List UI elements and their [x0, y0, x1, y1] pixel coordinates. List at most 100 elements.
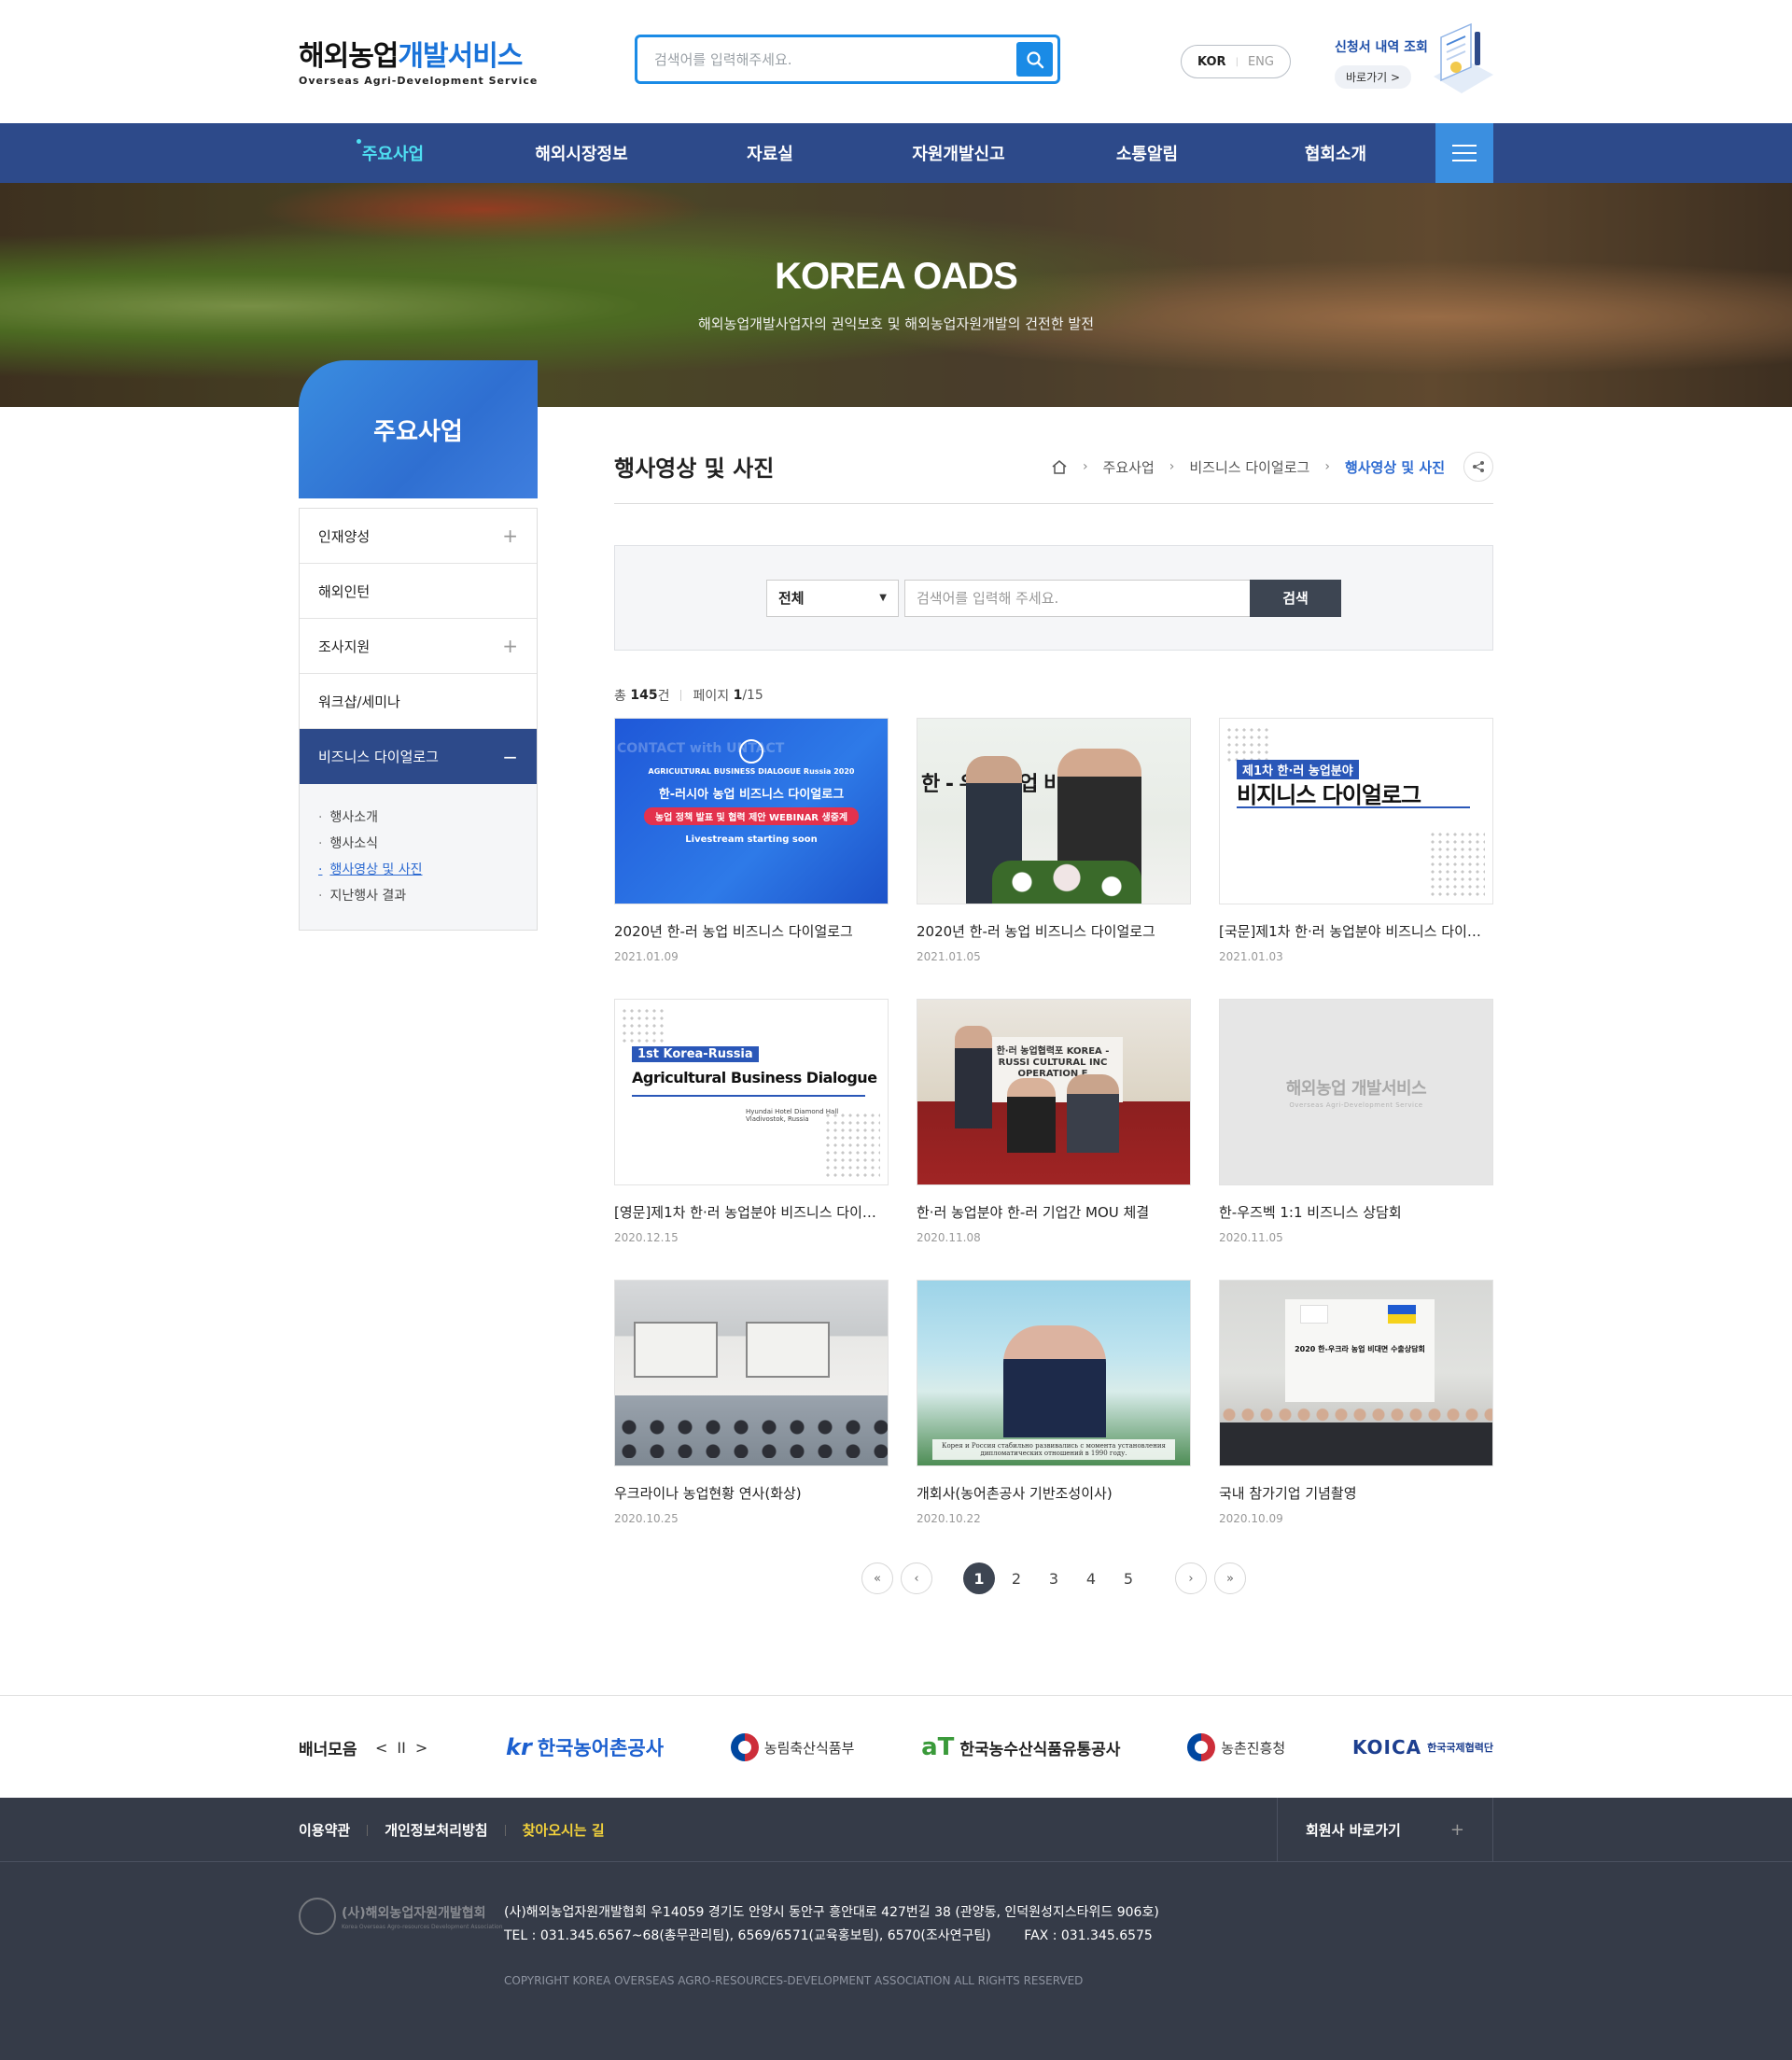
page-number[interactable]: 3 [1038, 1563, 1070, 1594]
thumbnail-text: 농업 정책 발표 및 협력 제안 WEBINAR 생중계 [643, 807, 860, 825]
board-search-button[interactable]: 검색 [1250, 579, 1341, 617]
gallery-card[interactable]: CONTACT with UNTACT AGRICULTURAL BUSINES… [614, 718, 889, 999]
side-nav-item-business-dialogue[interactable]: 비즈니스 다이얼로그 − [300, 729, 537, 784]
gallery-card[interactable]: 해외농업 개발서비스 Overseas Agri-Development Ser… [1219, 999, 1493, 1280]
footer-link-directions[interactable]: 찾아오시는 길 [523, 1820, 605, 1840]
plus-icon: + [502, 525, 518, 547]
gnb-item-about[interactable]: 협회소개 [1241, 141, 1430, 165]
banner-next-button[interactable]: > [415, 1739, 427, 1757]
application-lookup-link[interactable]: 바로가기 > [1335, 65, 1412, 89]
search-icon [1026, 50, 1043, 68]
banner-link-at[interactable]: aT 한국농수산식품유통공사 [921, 1733, 1120, 1761]
card-title[interactable]: 2020년 한-러 농업 비즈니스 다이얼로그 [917, 921, 1191, 941]
lang-eng[interactable]: ENG [1248, 55, 1274, 69]
gnb-item-market-info[interactable]: 해외시장정보 [487, 141, 676, 165]
breadcrumb-item[interactable]: 비즈니스 다이얼로그 [1189, 457, 1309, 477]
card-date: 2021.01.03 [1219, 950, 1283, 963]
side-nav-item-workshop[interactable]: 워크샵/세미나 [300, 674, 537, 729]
banner-prev-button[interactable]: < [375, 1739, 387, 1757]
banner-link-krc[interactable]: kr 한국농어촌공사 [506, 1733, 664, 1761]
home-icon[interactable] [1051, 459, 1068, 474]
banner-link-koica[interactable]: KOICA 한국국제협력단 [1352, 1736, 1493, 1759]
site-logo[interactable]: 해외농업개발서비스 Overseas Agri-Development Serv… [299, 40, 539, 88]
footer-link-terms[interactable]: 이용약관 [299, 1820, 350, 1840]
logo-text-a: 해외농업 [299, 40, 399, 73]
card-title[interactable]: [영문]제1차 한·러 농업분야 비즈니스 다이얼로그 [614, 1202, 889, 1222]
next-page-button[interactable]: › [1175, 1563, 1207, 1594]
korea-flag-icon [1300, 1305, 1328, 1324]
banner-link-rda[interactable]: 농촌진흥청 [1187, 1733, 1285, 1761]
thumbnail-text: 1st Korea-Russia [632, 1046, 759, 1062]
side-subnav-item[interactable]: 지난행사 결과 [318, 883, 518, 909]
banner-controls: < II > [375, 1739, 469, 1757]
footer-info: (사)해외농업자원개발협회 우14059 경기도 안양시 동안구 흥안대로 42… [504, 1901, 1159, 1948]
count-page-total: /15 [742, 688, 763, 703]
hero-subtitle: 해외농업개발사업자의 권익보호 및 해외농업자원개발의 건전한 발전 [697, 315, 1095, 332]
share-button[interactable] [1463, 452, 1493, 482]
card-title[interactable]: 국내 참가기업 기념촬영 [1219, 1483, 1493, 1503]
krc-logo-mark: kr [506, 1734, 532, 1760]
header-search-input[interactable] [637, 37, 1057, 81]
side-subnav-item[interactable]: 행사소개 [318, 805, 518, 831]
side-nav-item-intern[interactable]: 해외인턴 [300, 564, 537, 619]
card-title[interactable]: 개회사(농어촌공사 기반조성이사) [917, 1483, 1191, 1503]
header-search [635, 35, 1060, 84]
board-search-input[interactable] [905, 580, 1250, 616]
gallery-card[interactable]: 한·러 농업협력포 KOREA - RUSSI CULTURAL INC OPE… [917, 999, 1191, 1280]
gnb-item-resource-report[interactable]: 자원개발신고 [864, 141, 1053, 165]
koica-logo-mark: KOICA [1351, 1736, 1422, 1759]
count-total-prefix: 총 [614, 689, 626, 704]
banner-strip: 배너모음 < II > kr 한국농어촌공사 농림축산식품부 aT 한국농수산식… [0, 1695, 1792, 1798]
side-nav-item-research[interactable]: 조사지원 + [300, 619, 537, 674]
gallery-card[interactable]: 제1차 한·러 농업분야 비지니스 다이얼로그 [국문]제1차 한·러 농업분야… [1219, 718, 1493, 999]
page-number[interactable]: 2 [1001, 1563, 1032, 1594]
side-nav-item-training[interactable]: 인재양성 + [300, 509, 537, 564]
placeholder-logo-subtitle: Overseas Agri-Development Service [1289, 1101, 1423, 1109]
gallery-card[interactable]: Корея и Россия стабильно развивались с м… [917, 1280, 1191, 1561]
language-switch: KOR | ENG [1181, 45, 1291, 78]
card-date: 2020.10.25 [614, 1512, 679, 1525]
card-title[interactable]: 2020년 한-러 농업 비즈니스 다이얼로그 [614, 921, 889, 941]
at-logo-mark: aT [921, 1733, 955, 1761]
main-navigation: 주요사업 해외시장정보 자료실 자원개발신고 소통알림 협회소개 [0, 123, 1792, 183]
breadcrumb-item[interactable]: 주요사업 [1103, 457, 1155, 477]
logo-subtitle: Overseas Agri-Development Service [299, 75, 539, 87]
card-date: 2020.11.05 [1219, 1231, 1283, 1244]
side-nav-submenu: 행사소개 행사소식 행사영상 및 사진 지난행사 결과 [300, 784, 537, 930]
card-title[interactable]: 한·러 농업분야 한-러 기업간 MOU 체결 [917, 1202, 1191, 1222]
banner-link-mafra[interactable]: 농림축산식품부 [730, 1733, 854, 1761]
gallery-card[interactable]: 우크라이나 농업현황 연사(화상) 2020.10.25 [614, 1280, 889, 1561]
gallery-card[interactable]: 2020 한-우크라 농업 비대면 수출상담회 국내 참가기업 기념촬영 202… [1219, 1280, 1493, 1561]
count-page-prefix: 페이지 [693, 689, 730, 704]
footer-link-privacy[interactable]: 개인정보처리방침 [385, 1820, 487, 1840]
first-page-button[interactable]: « [861, 1563, 893, 1594]
card-title[interactable]: [국문]제1차 한·러 농업분야 비즈니스 다이얼로그 [1219, 921, 1493, 941]
gallery-thumbnail: 한 - 우즈 농업 비즈 다이얼 [917, 718, 1191, 904]
card-title[interactable]: 우크라이나 농업현황 연사(화상) [614, 1483, 889, 1503]
footer-address: (사)해외농업자원개발협회 우14059 경기도 안양시 동안구 흥안대로 42… [504, 1905, 1159, 1920]
header-search-button[interactable] [1016, 42, 1053, 77]
lang-kor[interactable]: KOR [1197, 55, 1226, 69]
search-category-select[interactable]: 전체 ▼ [766, 579, 899, 617]
page-number-current[interactable]: 1 [963, 1563, 995, 1594]
page-number[interactable]: 5 [1113, 1563, 1144, 1594]
gnb-item-main-business[interactable]: 주요사업 [299, 139, 487, 165]
gallery-card[interactable]: 한 - 우즈 농업 비즈 다이얼 2020년 한-러 농업 비즈니스 다이얼로그… [917, 718, 1191, 999]
last-page-button[interactable]: » [1214, 1563, 1246, 1594]
banner-pause-button[interactable]: II [397, 1739, 405, 1757]
page-number[interactable]: 4 [1075, 1563, 1107, 1594]
gnb-item-notice[interactable]: 소통알림 [1053, 141, 1241, 165]
card-title[interactable]: 한-우즈벡 1:1 비즈니스 상담회 [1219, 1202, 1493, 1222]
member-sites-dropdown[interactable]: 회원사 바로가기 + [1277, 1798, 1493, 1862]
application-lookup[interactable]: 신청서 내역 조회 바로가기 > [1335, 37, 1428, 89]
all-menu-button[interactable] [1435, 123, 1493, 183]
side-subnav-item[interactable]: 행사소식 [318, 831, 518, 857]
page-title: 행사영상 및 사진 [614, 455, 775, 482]
side-subnav-item-active[interactable]: 행사영상 및 사진 [318, 857, 518, 883]
gallery-card[interactable]: 1st Korea-Russia Agricultural Business D… [614, 999, 889, 1280]
prev-page-button[interactable]: ‹ [901, 1563, 932, 1594]
minus-icon: − [502, 745, 518, 768]
side-navigation: 주요사업 인재양성 + 해외인턴 조사지원 + 워크샵/세미나 비즈니스 다이얼로그… [299, 360, 538, 931]
gnb-item-library[interactable]: 자료실 [676, 141, 864, 165]
banner-link-label: 한국농어촌공사 [537, 1737, 665, 1759]
